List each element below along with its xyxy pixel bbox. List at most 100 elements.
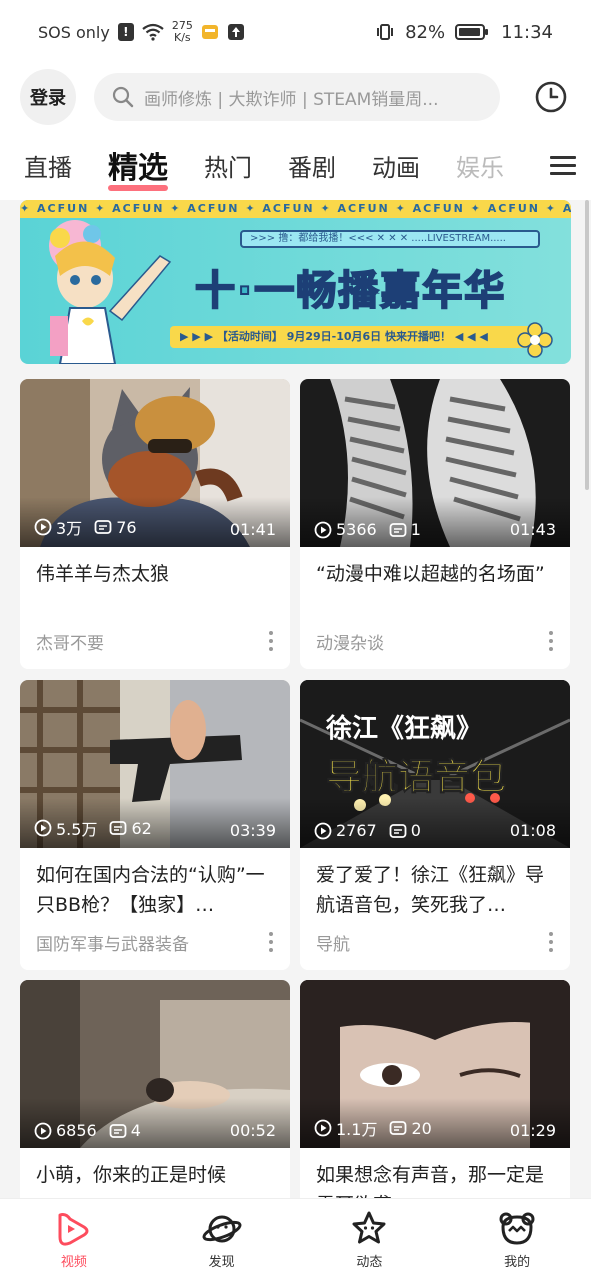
battery-icon [455,24,489,40]
play-count-value: 5.5万 [56,820,98,839]
comment-count-value: 62 [131,818,152,838]
video-stats: 5.5万 62 [34,816,158,840]
video-title: 如何在国内合法的“认购”一只BB枪？【独家】… [36,864,265,916]
category-tabs: 直播 精选 热门 番剧 动画 娱乐 [0,130,591,200]
nav-video-label: 视频 [60,1255,87,1270]
more-options-icon[interactable] [546,930,556,954]
banner-title: 十·一畅播嘉年华 [194,267,507,315]
video-stats: 6856 4 [34,1121,147,1140]
tab-menu-button[interactable] [535,130,591,200]
play-count-value: 6856 [56,1121,97,1140]
play-icon [314,1119,332,1137]
play-count: 5366 [314,520,377,539]
tab-hot[interactable]: 热门 [204,148,252,183]
tab-featured[interactable]: 精选 [108,143,168,191]
event-banner[interactable]: ✦ ACFUN ✦ ACFUN ✦ ACFUN ✦ ACFUN ✦ ACFUN … [20,200,571,364]
comment-icon [389,823,407,838]
battery-percent: 82% [405,21,446,43]
video-title: 小萌，你来的正是时候 [36,1164,227,1186]
tab-bangumi[interactable]: 番剧 [288,148,336,183]
uploader-name[interactable]: 导航 [316,930,350,955]
video-title: 伟羊羊与杰太狼 [36,563,170,585]
search-placeholder: 画师修炼 | 大欺诈师 | STEAM销量周... [144,89,439,110]
search-icon [112,86,134,108]
nav-feed[interactable]: 动态 [296,1199,444,1280]
bottom-navigation: 视频 发现 动态 我的 [0,1198,591,1280]
network-speed: 275 K/s [172,20,193,44]
video-title: 如果想念有声音，那一定是震耳欲聋 [316,1164,545,1198]
tab-entertainment[interactable]: 娱乐 [456,148,504,183]
banner-character-illustration [49,220,172,364]
uploader-name[interactable]: 杰哥不要 [36,629,104,654]
video-card[interactable]: 1.1万 20 01:29 如果想念有声音，那一定是震耳欲聋 [300,980,570,1198]
video-thumbnail: 3万 76 01:41 [20,379,290,547]
thumbnail-caption-line2: 导航语音包 [325,757,507,799]
video-card[interactable]: 6856 4 00:52 小萌，你来的正是时候 [20,980,290,1198]
video-card[interactable]: 5366 1 01:43 “动漫中难以超越的名场面” 动漫杂谈 [300,379,570,669]
more-options-icon[interactable] [546,629,556,653]
video-feed[interactable]: ✦ ACFUN ✦ ACFUN ✦ ACFUN ✦ ACFUN ✦ ACFUN … [0,200,591,1198]
play-count-value: 2767 [336,821,377,840]
video-card[interactable]: 3万 76 01:41 伟羊羊与杰太狼 杰哥不要 [20,379,290,669]
play-count: 3万 [34,515,82,539]
comment-icon [94,520,112,534]
play-icon [314,521,332,538]
comment-icon [109,1123,127,1138]
video-thumbnail: 1.1万 20 01:29 [300,980,570,1148]
login-button[interactable]: 登录 [20,69,76,125]
play-icon [34,819,52,837]
search-input[interactable]: 画师修炼 | 大欺诈师 | STEAM销量周... [94,73,500,121]
video-stats: 1.1万 20 [314,1116,438,1140]
history-button[interactable] [531,77,571,117]
tab-animation[interactable]: 动画 [372,148,420,183]
uploader-name[interactable]: 国防军事与武器装备 [36,930,189,955]
video-title: “动漫中难以超越的名场面” [316,563,545,585]
comment-count-value: 0 [410,821,421,840]
play-count: 1.1万 [314,1116,377,1140]
flower-icon [517,322,553,358]
status-left: SOS only ! 275 K/s [38,20,245,44]
comment-count: 4 [109,1121,141,1140]
comment-count: 1 [389,520,421,539]
nav-discover[interactable]: 发现 [148,1199,296,1280]
video-thumbnail: 6856 4 00:52 [20,980,290,1148]
menu-icon [550,151,576,180]
comment-count-value: 20 [411,1118,432,1138]
video-thumbnail: 5366 1 01:43 [300,379,570,547]
sim-alert-icon: ! [117,23,134,41]
uploader-name[interactable]: 动漫杂谈 [316,629,384,654]
upload-notification-icon [227,24,244,40]
comment-count: 20 [389,1118,432,1138]
video-duration: 00:52 [229,1121,276,1140]
more-options-icon[interactable] [266,930,276,954]
notification-app-icon [201,25,218,39]
comment-count: 62 [109,818,152,838]
video-duration: 01:43 [509,520,556,539]
video-title: 爱了爱了！徐江《狂飙》导航语音包，笑死我了… [316,864,545,916]
clock-history-icon [535,81,567,113]
wifi-icon [142,23,164,41]
feed-scrollbar[interactable] [585,200,589,490]
more-options-icon[interactable] [266,629,276,653]
video-duration: 01:41 [229,520,276,539]
clock: 11:34 [501,21,553,43]
video-card[interactable]: 徐江《狂飙》 导航语音包 2767 0 01:08 爱了爱了！徐江《狂飙》导航语… [300,680,570,970]
nav-profile[interactable]: 我的 [443,1199,591,1280]
vibrate-icon [377,24,394,40]
comment-count: 76 [94,517,137,537]
video-stats: 3万 76 [34,515,143,539]
tab-live[interactable]: 直播 [24,148,72,183]
play-count: 2767 [314,821,377,840]
video-card[interactable]: 5.5万 62 03:39 如何在国内合法的“认购”一只BB枪？【独家】… 国防… [20,680,290,970]
play-icon [314,822,332,839]
play-count-value: 5366 [336,520,377,539]
network-speed-unit: K/s [174,31,191,44]
video-duration: 03:39 [229,821,276,840]
video-stats: 2767 0 [314,821,427,840]
status-right: 82% 11:34 [375,22,553,43]
nav-profile-label: 我的 [504,1255,531,1270]
nav-video[interactable]: 视频 [0,1199,148,1280]
nav-feed-label: 动态 [356,1255,383,1270]
comment-icon [389,522,407,537]
comment-count-value: 76 [116,517,137,537]
